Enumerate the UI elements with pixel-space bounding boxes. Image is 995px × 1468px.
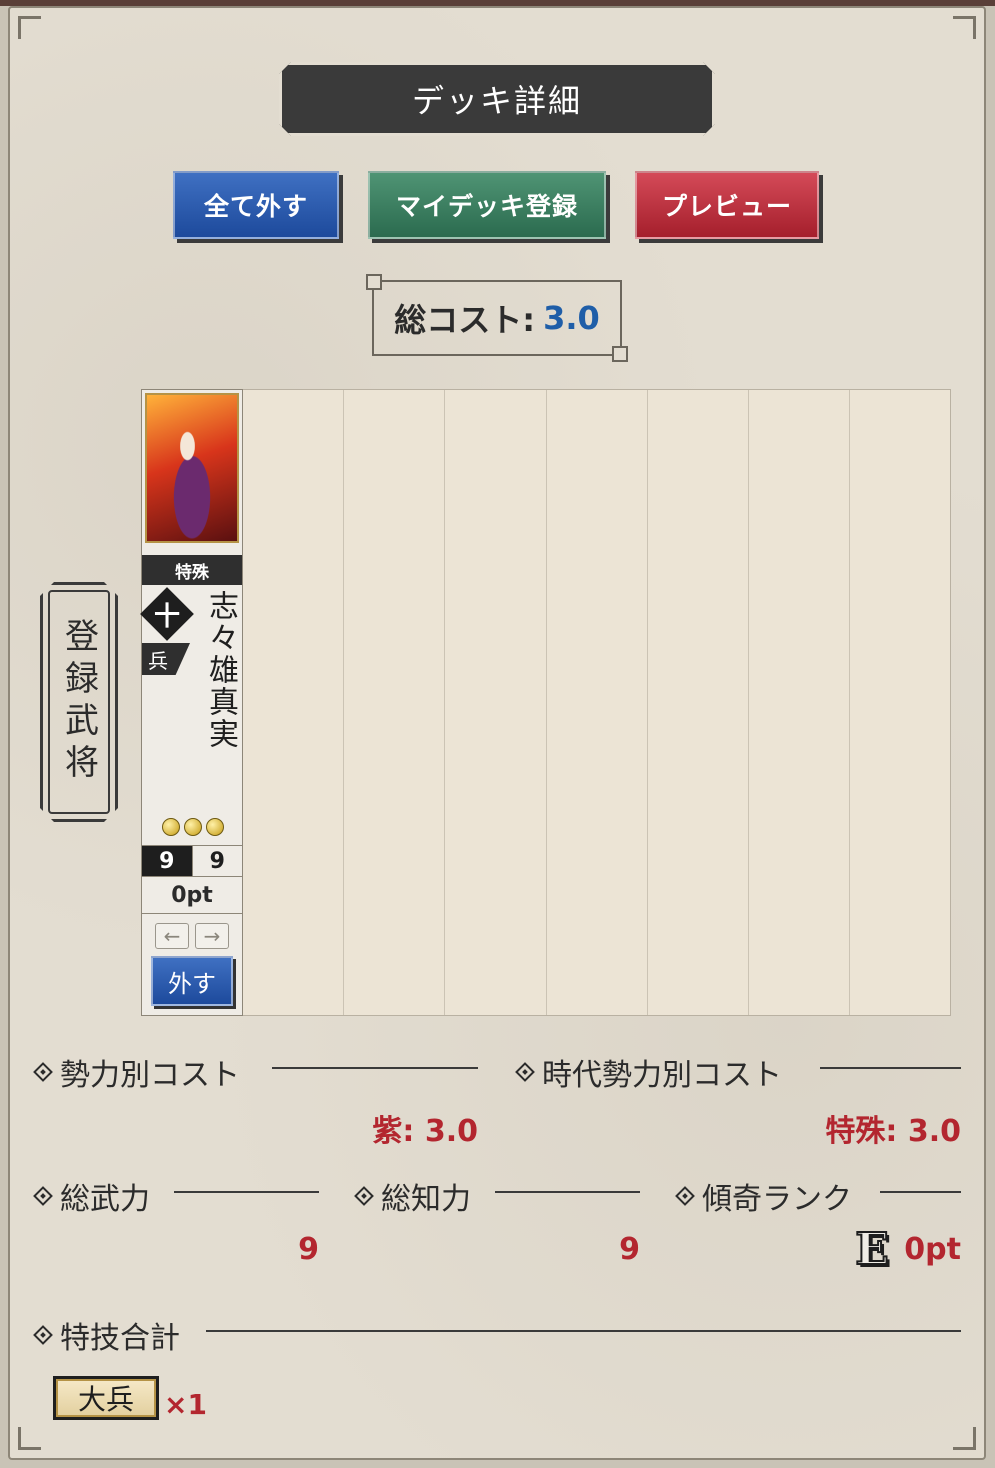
skill-total-title: 特技合計 — [33, 1313, 180, 1357]
skill-badge: 大兵 — [53, 1376, 159, 1420]
rank-letter-badge: E — [854, 1223, 890, 1276]
deck-slot-5[interactable] — [545, 390, 647, 1015]
diamond-icon — [33, 1062, 53, 1082]
card-points: 0pt — [142, 877, 242, 914]
corner-ornament — [18, 16, 41, 39]
total-cost-value: 3.0 — [543, 299, 600, 337]
total-intelligence-title: 総知力 — [354, 1174, 471, 1218]
divider — [880, 1191, 961, 1193]
deck-slot-6[interactable] — [646, 390, 748, 1015]
registered-generals-label: 登録武将 — [40, 582, 118, 822]
total-strength-title-text: 総武力 — [60, 1182, 150, 1217]
corner-square — [366, 274, 382, 290]
rank-coins — [162, 818, 224, 836]
remove-card-button[interactable]: 外す — [151, 956, 233, 1006]
coin-icon — [184, 818, 202, 836]
diamond-icon — [675, 1186, 695, 1206]
corner-ornament — [18, 1427, 41, 1450]
unit-type-tag: 兵 — [142, 643, 190, 675]
total-strength-title: 総武力 — [33, 1174, 150, 1218]
divider — [272, 1067, 478, 1069]
deck-slot-8[interactable] — [848, 390, 950, 1015]
deck-slot-3[interactable] — [343, 390, 444, 1015]
total-cost-label: 総コスト: — [394, 301, 536, 339]
registered-generals-text: 登録武将 — [48, 590, 110, 814]
coin-icon — [206, 818, 224, 836]
diamond-icon — [33, 1186, 53, 1206]
diamond-icon — [33, 1325, 53, 1345]
skill-count: ×1 — [164, 1388, 207, 1421]
diamond-icon — [354, 1186, 374, 1206]
move-right-arrow-icon[interactable]: → — [195, 923, 229, 949]
register-mydeck-button[interactable]: マイデッキ登録 — [368, 171, 606, 239]
divider — [174, 1191, 319, 1193]
faction-cost-title: 勢力別コスト — [33, 1050, 240, 1094]
intelligence-value: 9 — [191, 846, 243, 876]
diamond-icon — [515, 1062, 535, 1082]
eccentric-rank-title-text: 傾奇ランク — [702, 1182, 852, 1217]
general-portrait-image[interactable] — [145, 393, 239, 543]
divider — [206, 1330, 961, 1332]
era-faction-cost-title: 時代勢力別コスト — [515, 1050, 782, 1094]
eccentric-rank-title: 傾奇ランク — [675, 1174, 852, 1218]
eccentric-rank-value: 0pt — [904, 1232, 961, 1267]
general-name: 志々雄真実 — [203, 590, 238, 750]
total-cost-box: 総コスト: 3.0 — [366, 274, 628, 362]
deck-slot-7[interactable] — [747, 390, 849, 1015]
deck-slots-grid — [141, 389, 951, 1016]
clan-symbol: 十 — [153, 601, 180, 632]
deck-slot-2[interactable] — [242, 390, 343, 1015]
move-left-arrow-icon[interactable]: ← — [155, 923, 189, 949]
era-faction-cost-title-text: 時代勢力別コスト — [542, 1058, 782, 1093]
page-title: デッキ詳細 — [279, 62, 715, 136]
skill-total-title-text: 特技合計 — [60, 1321, 180, 1356]
card-stats: 9 9 — [142, 845, 242, 877]
total-intelligence-title-text: 総知力 — [381, 1182, 471, 1217]
era-faction-cost-value: 特殊: 3.0 — [825, 1114, 961, 1149]
corner-ornament — [953, 1427, 976, 1450]
card-type-label: 特殊 — [142, 555, 242, 585]
general-card[interactable]: 特殊 十 兵 志々雄真実 9 9 0pt ← → 外す — [140, 389, 243, 1016]
total-strength-value: 9 — [298, 1232, 319, 1267]
strength-value: 9 — [142, 846, 192, 876]
corner-ornament — [953, 16, 976, 39]
divider — [820, 1067, 961, 1069]
total-intelligence-value: 9 — [619, 1232, 640, 1267]
divider — [495, 1191, 640, 1193]
faction-cost-value: 紫: 3.0 — [372, 1114, 478, 1149]
preview-button[interactable]: プレビュー — [635, 171, 819, 239]
coin-icon — [162, 818, 180, 836]
remove-all-button[interactable]: 全て外す — [173, 171, 339, 239]
deck-slot-4[interactable] — [444, 390, 545, 1015]
corner-square — [612, 346, 628, 362]
faction-cost-title-text: 勢力別コスト — [60, 1058, 240, 1093]
